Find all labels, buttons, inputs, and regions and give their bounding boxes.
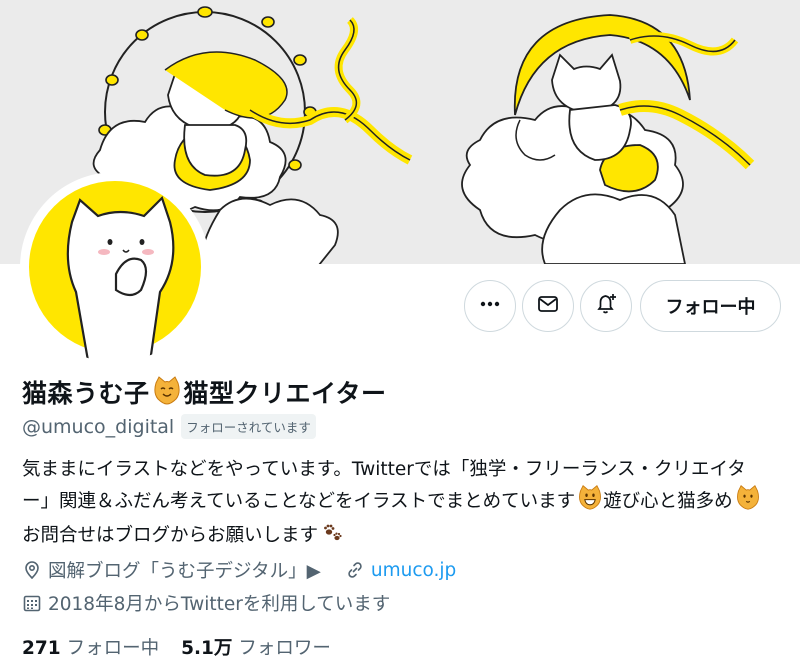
followers-label: フォロワー: [238, 638, 331, 659]
following-count: 271: [22, 638, 61, 659]
cat-face-emoji-icon: [735, 484, 761, 519]
calendar-icon: [22, 593, 42, 613]
profile-avatar[interactable]: [20, 172, 210, 362]
followers-stat-link[interactable]: 5.1万 フォロワー: [181, 634, 331, 660]
bio-line-2a: ー」関連＆ふだん考えていることなどをイラストでまとめています: [22, 491, 576, 512]
notifications-button[interactable]: [580, 280, 632, 332]
message-button[interactable]: [522, 280, 574, 332]
following-stat-link[interactable]: 271 フォロー中: [22, 634, 159, 660]
website-link[interactable]: umuco.jp: [371, 560, 456, 581]
profile-bio: 気ままにイラストなどをやっています。Twitterでは「独学・フリーランス・クリ…: [22, 455, 782, 552]
handle-row: @umuco_digital フォローされています: [22, 414, 316, 439]
link-chain-icon: [345, 560, 365, 580]
bell-plus-icon: [593, 291, 619, 321]
paw-prints-emoji-icon: [320, 519, 344, 552]
following-button[interactable]: フォロー中: [640, 280, 781, 332]
envelope-icon: [536, 292, 560, 320]
avatar-illustration: [29, 181, 201, 362]
more-options-button[interactable]: [464, 280, 516, 332]
follows-you-badge: フォローされています: [181, 414, 316, 439]
joined-date-text: 2018年8月からTwitterを利用しています: [48, 594, 391, 615]
followers-count: 5.1万: [181, 638, 233, 659]
bio-line-3: お問合せはブログからお願いします: [22, 525, 319, 546]
joined-row: 2018年8月からTwitterを利用しています: [22, 590, 390, 616]
bio-line-1: 気ままにイラストなどをやっています。Twitterでは「独学・フリーランス・クリ…: [22, 459, 746, 480]
follow-stats: 271 フォロー中 5.1万 フォロワー: [22, 634, 331, 660]
username-handle: @umuco_digital: [22, 415, 175, 438]
display-name-part2: 猫型クリエイター: [183, 379, 387, 408]
bio-line-2b: 遊び心と猫多め: [603, 491, 733, 512]
grinning-cat-emoji-icon: [577, 484, 603, 519]
profile-meta-row: 図解ブログ「うむ子デジタル」▶ umuco.jp: [22, 557, 456, 583]
location-text: 図解ブログ「うむ子デジタル」▶: [48, 561, 321, 582]
smiling-cat-emoji-icon: [152, 375, 182, 409]
display-name-part1: 猫森うむ子: [22, 379, 150, 408]
following-label: フォロー中: [66, 638, 160, 659]
following-button-label: フォロー中: [665, 297, 756, 318]
display-name-row: 猫森うむ子 猫型クリエイター: [22, 374, 387, 410]
more-horizontal-icon: [479, 293, 501, 319]
location-pin-icon: [22, 560, 42, 580]
